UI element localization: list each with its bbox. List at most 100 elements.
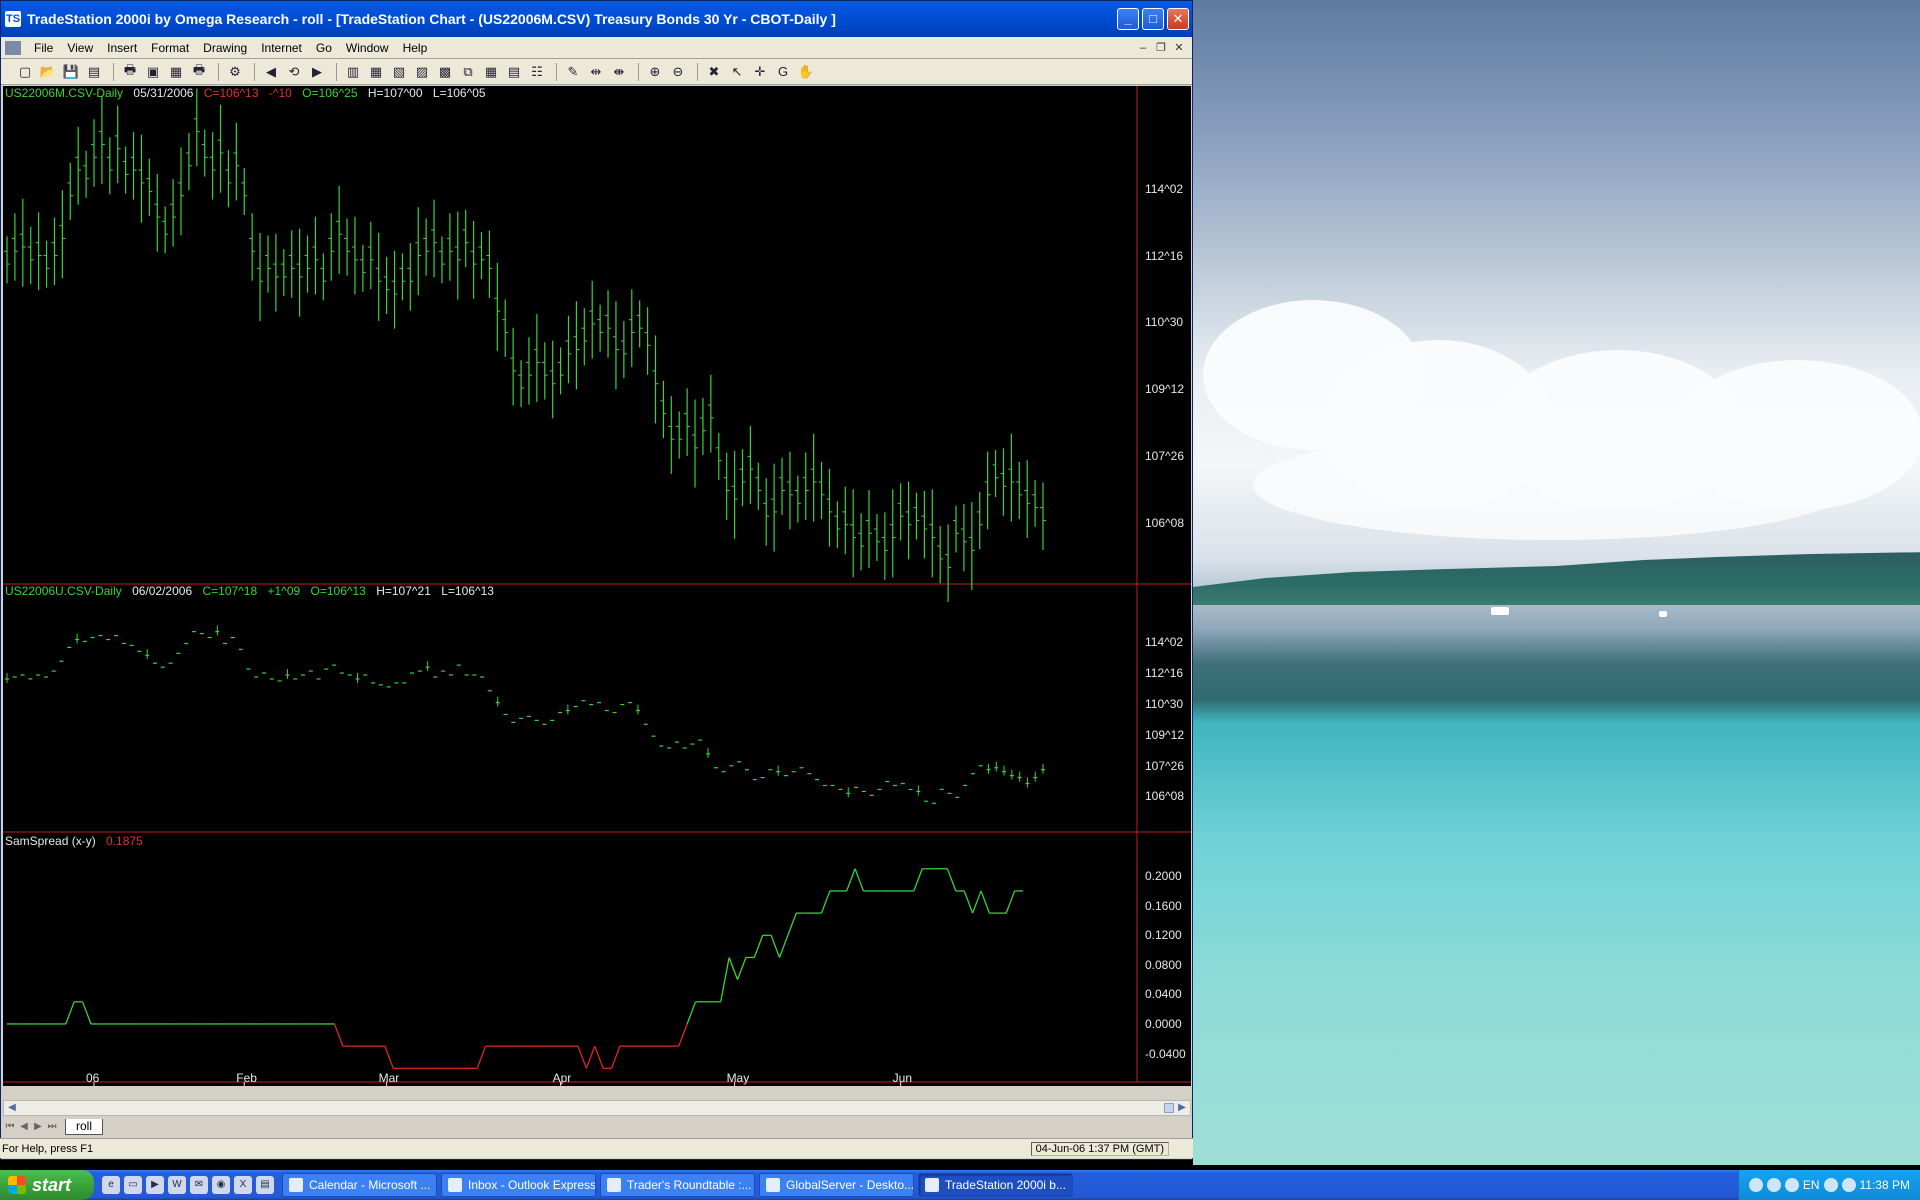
task-tradestation[interactable]: TradeStation 2000i b... [918, 1173, 1073, 1197]
menu-file[interactable]: File [27, 41, 60, 55]
refresh-icon[interactable]: ⟲ [284, 62, 304, 82]
price-axis-label: -0.0400 [1145, 1046, 1186, 1061]
zoom-in-icon[interactable]: ⊕ [645, 62, 665, 82]
quicklaunch-ie-icon[interactable]: e [102, 1176, 120, 1194]
tray-security-icon[interactable] [1841, 1178, 1856, 1192]
price-bar [27, 226, 34, 285]
tray-network-icon[interactable] [1823, 1178, 1838, 1192]
insert-strategy-icon[interactable]: ▨ [412, 62, 432, 82]
price-bar [916, 785, 921, 796]
hand-icon[interactable]: ✋ [796, 62, 816, 82]
quicklaunch-folder-icon[interactable]: ▤ [256, 1176, 274, 1194]
menu-go[interactable]: Go [309, 41, 339, 55]
price-bar [438, 236, 445, 284]
time-axis-label: 06 [85, 1071, 100, 1085]
title-bar[interactable]: TS TradeStation 2000i by Omega Research … [1, 1, 1192, 37]
print2-icon[interactable]: 🖶 [189, 62, 209, 82]
crosshair-icon[interactable]: ✛ [750, 62, 770, 82]
chart-area[interactable]: US22006M.CSV-Daily 05/31/2006 C=106^13 -… [3, 86, 1191, 1086]
scroll-left-icon[interactable]: ◀ [4, 1101, 20, 1115]
insert-grid-icon[interactable]: ▦ [366, 62, 386, 82]
tray-language[interactable]: EN [1803, 1178, 1820, 1192]
quicklaunch-word-icon[interactable]: W [168, 1176, 186, 1194]
drawing-icon[interactable]: ✎ [563, 62, 583, 82]
bar-spacing2-icon[interactable]: ⇼ [609, 62, 629, 82]
scroll-thumb[interactable] [1164, 1103, 1174, 1113]
task-inbox[interactable]: Inbox - Outlook Express [441, 1173, 596, 1197]
tab-roll[interactable]: roll [65, 1119, 104, 1135]
price-bar [986, 763, 991, 774]
pane2-change: +1^09 [267, 584, 301, 598]
new-icon[interactable]: ▢ [15, 62, 35, 82]
insert-text-icon[interactable]: ▩ [435, 62, 455, 82]
forward-icon[interactable]: ▶ [307, 62, 327, 82]
menu-view[interactable]: View [60, 41, 100, 55]
document-icon[interactable] [5, 40, 21, 55]
zoom-out-icon[interactable]: ⊖ [668, 62, 688, 82]
status-help-text: For Help, press F1 [2, 1142, 94, 1155]
close-button[interactable]: ✕ [1167, 8, 1189, 30]
quicklaunch-firefox-icon[interactable]: ◉ [212, 1176, 230, 1194]
child-close-button[interactable]: ✕ [1172, 41, 1186, 55]
scroll-right-icon[interactable]: ▶ [1174, 1101, 1190, 1115]
maximize-button[interactable]: □ [1142, 8, 1164, 30]
menu-help[interactable]: Help [396, 41, 435, 55]
back-icon[interactable]: ◀ [261, 62, 281, 82]
print-preview-icon[interactable]: ▣ [143, 62, 163, 82]
start-button[interactable]: start [0, 1170, 94, 1200]
price-axis-label: 112^16 [1145, 666, 1184, 681]
spread-line-segment [963, 890, 974, 914]
task-globalserver[interactable]: GlobalServer - Deskto... [759, 1173, 914, 1197]
price-axis-label: 0.1200 [1145, 928, 1182, 943]
bar-spacing-icon[interactable]: ⇹ [586, 62, 606, 82]
tab-first-icon[interactable]: ⏮ [3, 1120, 17, 1134]
tab-last-icon[interactable]: ⏭ [45, 1120, 59, 1134]
go-icon[interactable]: G [773, 62, 793, 82]
chart-analysis-icon[interactable]: ▤ [504, 62, 524, 82]
quicklaunch-desktop-icon[interactable]: ▭ [124, 1176, 142, 1194]
page-setup-icon[interactable]: ▦ [166, 62, 186, 82]
tray-volume-icon[interactable] [1784, 1178, 1799, 1192]
price-bar [51, 217, 58, 286]
menu-drawing[interactable]: Drawing [196, 41, 254, 55]
horizontal-scrollbar[interactable]: ◀ ▶ [3, 1100, 1191, 1116]
save-icon[interactable]: 💾 [61, 62, 81, 82]
child-minimize-button[interactable]: – [1136, 41, 1150, 55]
price-bar [328, 213, 335, 281]
price-bar [992, 449, 999, 497]
open-workspace-icon[interactable]: ▤ [84, 62, 104, 82]
window-icon[interactable]: ⧉ [458, 62, 478, 82]
spread-line-segment [585, 1045, 596, 1069]
data-icon[interactable]: ☷ [527, 62, 547, 82]
menu-format[interactable]: Format [144, 41, 196, 55]
menu-window[interactable]: Window [339, 41, 396, 55]
task-traders-roundtable[interactable]: Trader's Roundtable :... [600, 1173, 755, 1197]
tab-next-icon[interactable]: ▶ [31, 1120, 45, 1134]
pointer-icon[interactable]: ↖ [727, 62, 747, 82]
minimize-button[interactable]: _ [1117, 8, 1139, 30]
open-icon[interactable]: 📂 [38, 62, 58, 82]
format-icon[interactable]: ⚙ [225, 62, 245, 82]
tools-icon[interactable]: ✖ [704, 62, 724, 82]
tray-media-icon[interactable] [1766, 1178, 1781, 1192]
grid-icon[interactable]: ▦ [481, 62, 501, 82]
price-bar [67, 162, 74, 221]
tab-prev-icon[interactable]: ◀ [17, 1120, 31, 1134]
quicklaunch-excel-icon[interactable]: X [234, 1176, 252, 1194]
child-restore-button[interactable]: ❐ [1154, 41, 1168, 55]
quicklaunch-messenger-icon[interactable]: ✉ [190, 1176, 208, 1194]
price-bar [1041, 763, 1045, 774]
print-icon[interactable]: 🖶 [120, 62, 140, 82]
tray-clock[interactable]: 11:38 PM [1860, 1178, 1910, 1192]
spread-line-segment [946, 868, 957, 892]
calendar-icon [289, 1178, 303, 1192]
insert-report-icon[interactable]: ▧ [389, 62, 409, 82]
tray-app-icon[interactable] [1748, 1178, 1763, 1192]
menu-insert[interactable]: Insert [100, 41, 144, 55]
price-bar [776, 765, 781, 776]
insert-chart-icon[interactable]: ▥ [343, 62, 363, 82]
menu-internet[interactable]: Internet [254, 41, 309, 55]
pane2-open: O=106^13 [310, 584, 366, 598]
quicklaunch-media-icon[interactable]: ▶ [146, 1176, 164, 1194]
task-calendar[interactable]: Calendar - Microsoft ... [282, 1173, 437, 1197]
